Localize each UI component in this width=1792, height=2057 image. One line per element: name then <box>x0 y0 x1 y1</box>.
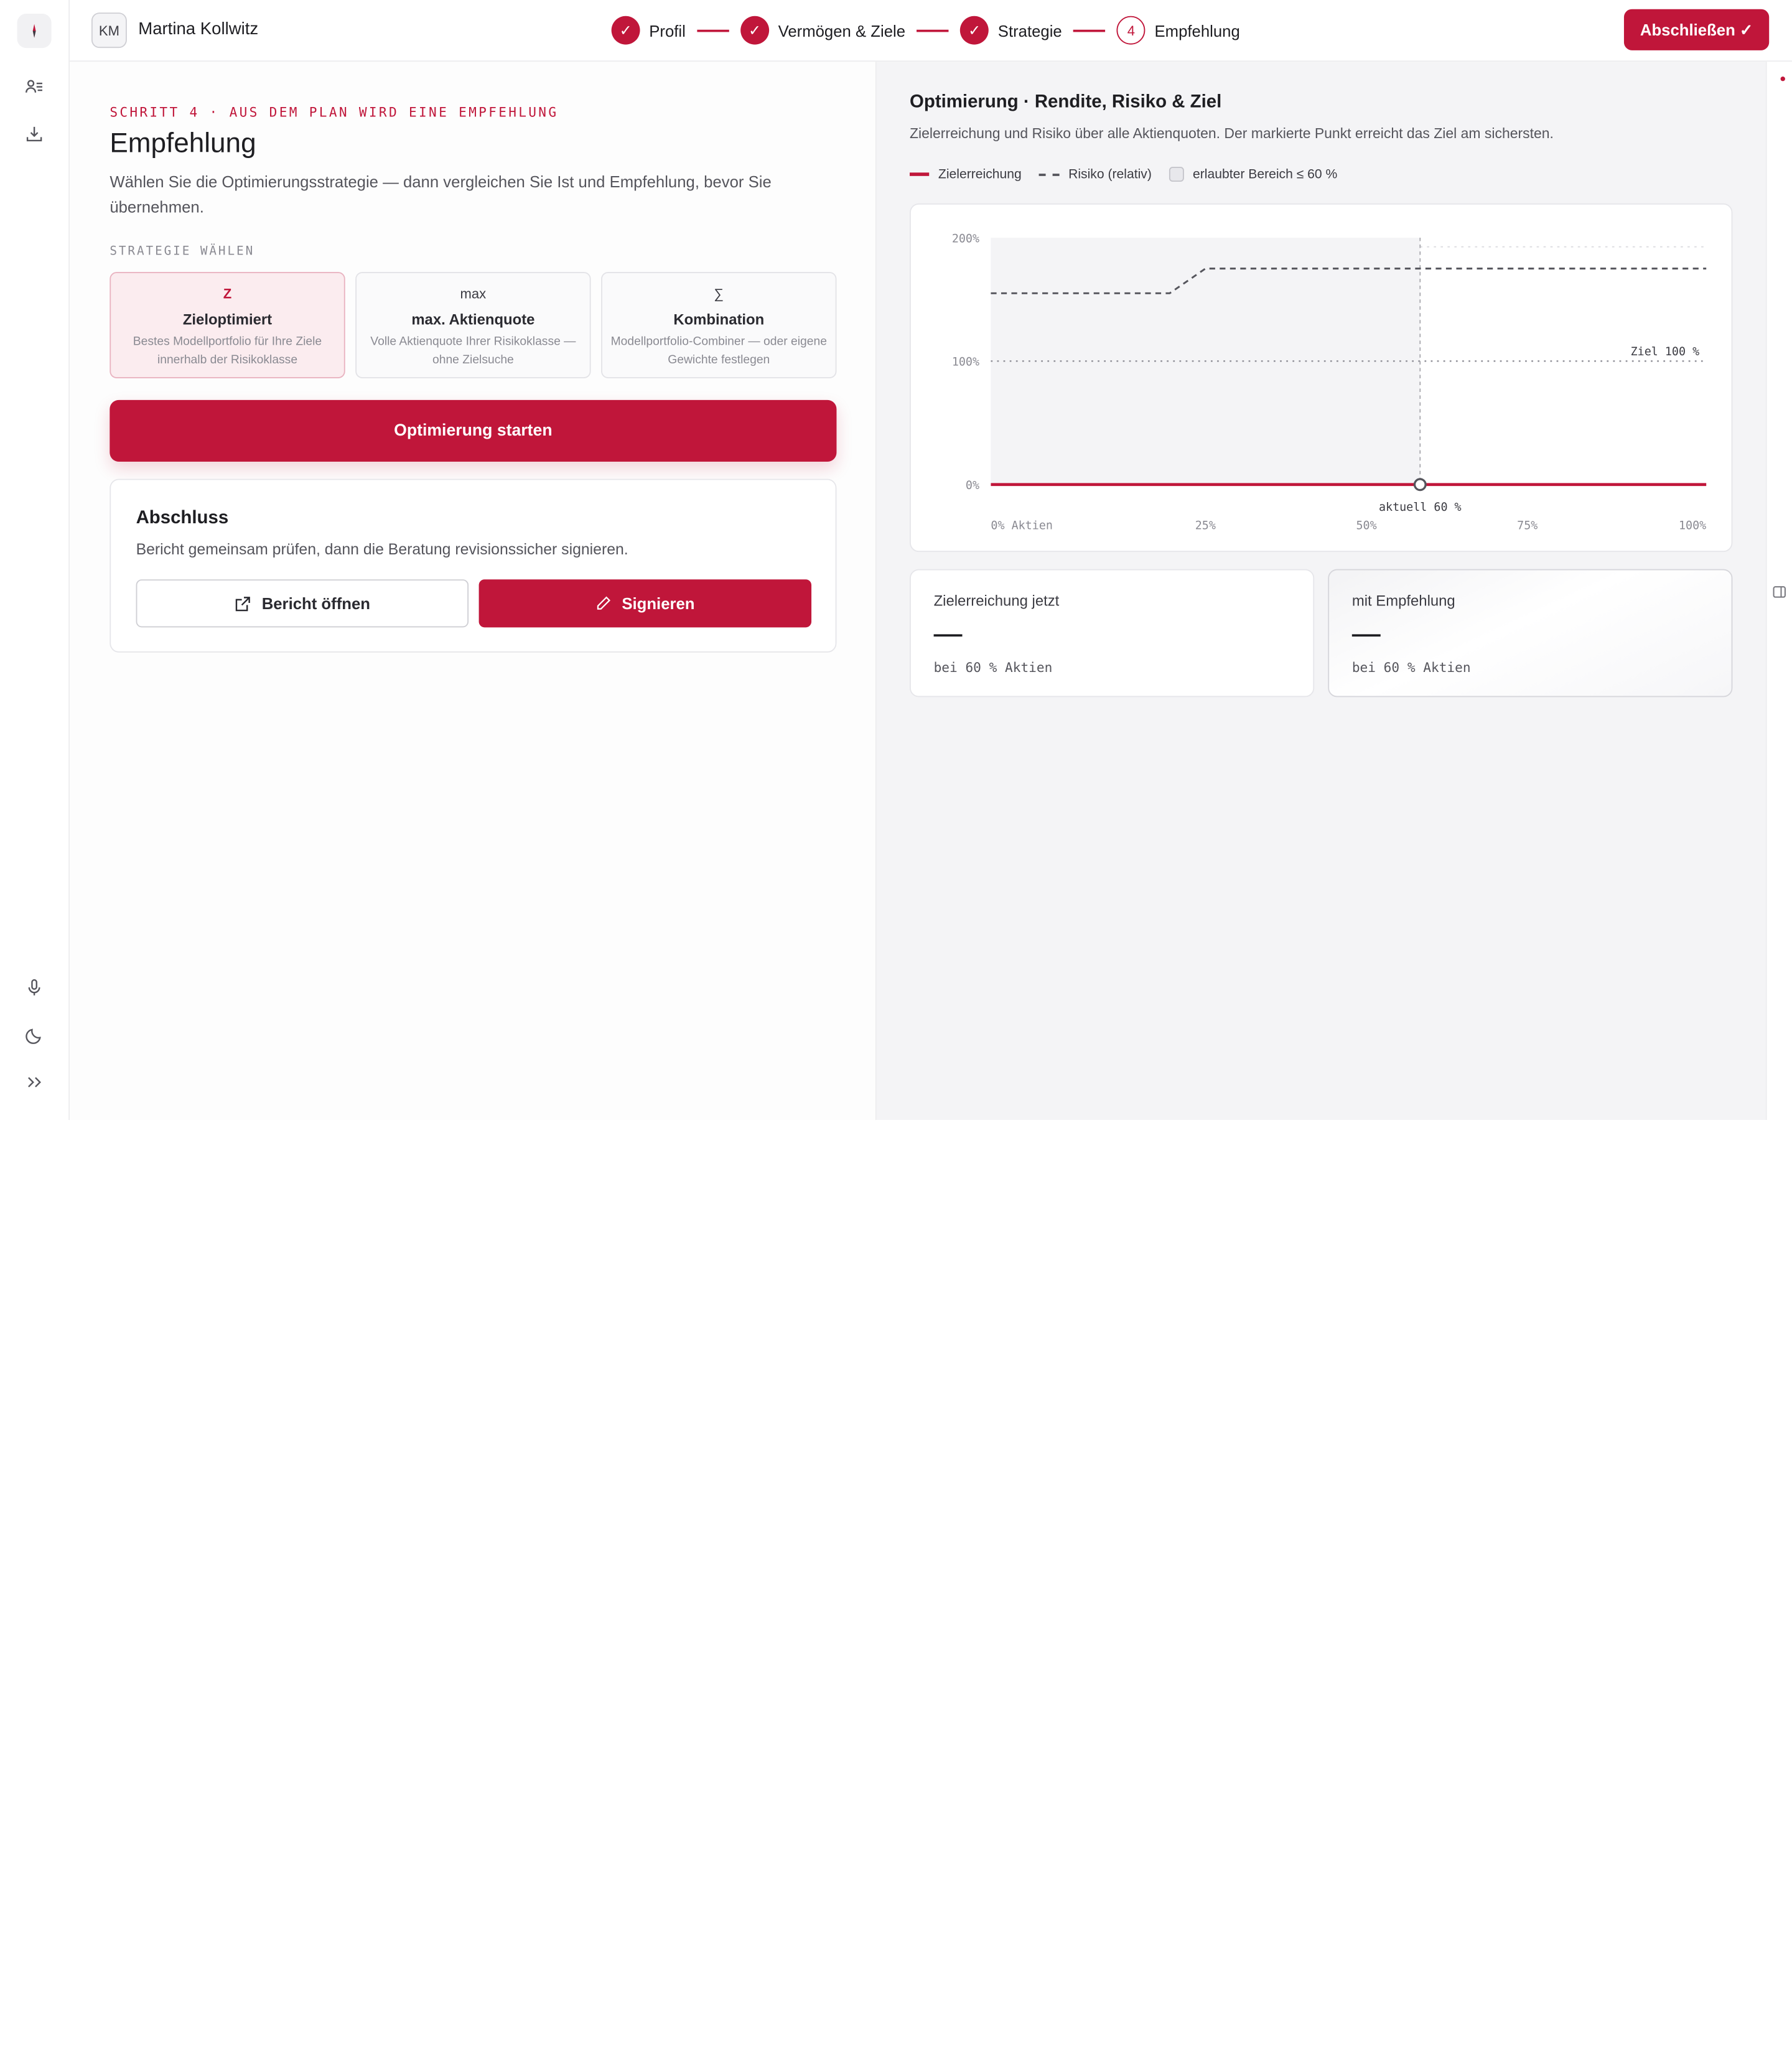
metric-value-empty <box>1351 634 1381 637</box>
strategy-card-max-aktienquote[interactable]: max max. Aktienquote Volle Aktienquote I… <box>355 272 591 378</box>
legend-range-label: erlaubter Bereich ≤ 60 % <box>1192 167 1338 182</box>
download-icon[interactable] <box>17 116 52 151</box>
metric-current: Zielerreichung jetzt bei 60 % Aktien <box>910 569 1315 697</box>
chart-legend: Zielerreichung Risiko (relativ) erlaubte… <box>910 167 1355 182</box>
legend-risk-label: Risiko (relativ) <box>1068 167 1152 182</box>
check-icon: ✓ <box>611 16 640 45</box>
step-eyebrow: SCHRITT 4 · AUS DEM PLAN WIRD EINE EMPFE… <box>110 104 559 120</box>
users-list-icon[interactable] <box>17 70 52 104</box>
step-label: Vermögen & Ziele <box>778 21 906 40</box>
top-bar: KM Martina Kollwitz ✓ Profil ✓ Vermögen … <box>70 0 1792 62</box>
x-tick-label: 75% <box>1517 519 1538 532</box>
legend-goal: Zielerreichung <box>910 167 1022 181</box>
legend-solid-swatch <box>910 172 930 176</box>
legend-goal-label: Zielerreichung <box>938 167 1022 182</box>
chart-title: Optimierung · Rendite, Risiko & Ziel <box>910 92 1222 112</box>
strategy-options: Z Zieloptimiert Bestes Modellportfolio f… <box>110 272 837 378</box>
step-profil[interactable]: ✓ Profil <box>611 16 686 45</box>
strategy-section-label: STRATEGIE WÄHLEN <box>110 245 255 259</box>
legend-risk: Risiko (relativ) <box>1038 167 1152 181</box>
y-tick-label: 200% <box>952 232 979 245</box>
max-icon: max <box>460 286 487 302</box>
page-subtitle: Wählen Sie die Optimierungsstrategie — d… <box>110 172 772 217</box>
step-label: Empfehlung <box>1154 21 1240 40</box>
step-strategie[interactable]: ✓ Strategie <box>960 16 1062 45</box>
check-icon: ✓ <box>740 16 769 45</box>
metric-subtext: bei 60 % Aktien <box>1351 659 1471 676</box>
sign-label: Signieren <box>622 594 695 613</box>
optimization-panel: Optimierung · Rendite, Risiko & Ziel Zie… <box>876 62 1766 1120</box>
goal-z-icon: Z <box>223 286 232 302</box>
x-tick-label: 100% <box>1679 519 1706 532</box>
chart-subtitle: Zielerreichung und Risiko über alle Akti… <box>910 126 1554 142</box>
closing-text: Bericht gemeinsam prüfen, dann die Berat… <box>136 540 628 558</box>
recommendation-panel: SCHRITT 4 · AUS DEM PLAN WIRD EINE EMPFE… <box>70 62 877 1120</box>
side-strip <box>1765 62 1792 1120</box>
strategy-name: Zieloptimiert <box>182 310 273 329</box>
current-point <box>1413 478 1427 492</box>
notification-dot <box>1780 77 1785 82</box>
x-tick-label: 25% <box>1195 519 1216 532</box>
metric-label: mit Empfehlung <box>1351 592 1455 609</box>
step-vermoegen-ziele[interactable]: ✓ Vermögen & Ziele <box>740 16 905 45</box>
progress-stepper: ✓ Profil ✓ Vermögen & Ziele ✓ Strategie … <box>611 16 1240 45</box>
legend-range-swatch <box>1169 167 1184 182</box>
page-title: Empfehlung <box>110 128 256 159</box>
client-name: Martina Kollwitz <box>138 19 259 39</box>
moon-icon[interactable] <box>17 1018 52 1052</box>
external-link-icon <box>235 596 250 611</box>
pencil-icon <box>597 596 611 610</box>
icon-rail <box>0 0 70 1120</box>
chevrons-right-icon[interactable] <box>17 1065 52 1099</box>
metric-subtext: bei 60 % Aktien <box>933 659 1053 676</box>
check-icon: ✓ <box>960 16 989 45</box>
x-tick-label: 0% Aktien <box>991 519 1052 532</box>
strategy-description: Volle Aktienquote Ihrer Risikoklasse — o… <box>370 335 576 367</box>
legend-dashed-swatch <box>1038 173 1060 175</box>
closing-title: Abschluss <box>136 508 229 528</box>
step-connector <box>1073 29 1106 32</box>
optimization-chart: Ziel 100 % aktuell 60 % 200% 100% 0% 0% Aktie… <box>952 232 1706 532</box>
microphone-icon[interactable] <box>17 970 52 1004</box>
target-label: Ziel 100 % <box>1631 345 1700 358</box>
strategy-card-zieloptimiert[interactable]: Z Zieloptimiert Bestes Modellportfolio f… <box>110 272 345 378</box>
step-number: 4 <box>1116 16 1146 45</box>
chart-card: Ziel 100 % aktuell 60 % 200% 100% 0% 0% Aktie… <box>910 203 1733 553</box>
step-empfehlung[interactable]: 4 Empfehlung <box>1116 16 1240 45</box>
sigma-icon: ∑ <box>714 286 724 302</box>
avatar[interactable]: KM <box>91 12 127 49</box>
finish-button[interactable]: Abschließen ✓ <box>1624 9 1770 50</box>
strategy-description: Bestes Modellportfolio für Ihre Ziele in… <box>133 335 322 367</box>
open-report-label: Bericht öffnen <box>261 594 370 613</box>
x-tick-label: 50% <box>1356 519 1376 532</box>
compass-icon[interactable] <box>17 14 52 49</box>
step-connector <box>917 29 949 32</box>
y-tick-label: 0% <box>966 479 979 492</box>
app-window: KM Martina Kollwitz ✓ Profil ✓ Vermögen … <box>0 0 1792 1120</box>
legend-allowed-range: erlaubter Bereich ≤ 60 % <box>1169 167 1337 182</box>
strategy-name: Kombination <box>673 310 765 329</box>
strategy-description: Modellportfolio-Combiner — oder eigene G… <box>610 335 827 367</box>
start-optimization-button[interactable]: Optimierung starten <box>110 399 837 462</box>
step-connector <box>697 29 729 32</box>
step-label: Strategie <box>997 21 1062 40</box>
sign-button[interactable]: Signieren <box>478 579 812 628</box>
metric-label: Zielerreichung jetzt <box>933 592 1060 609</box>
closing-card: Abschluss Bericht gemeinsam prüfen, dann… <box>110 478 837 653</box>
current-point-label: aktuell 60 % <box>1379 501 1462 514</box>
open-report-button[interactable]: Bericht öffnen <box>136 579 469 628</box>
metric-value-empty <box>933 634 963 637</box>
step-label: Profil <box>649 21 686 40</box>
strategy-card-kombination[interactable]: ∑ Kombination Modellportfolio-Combiner —… <box>601 272 837 378</box>
strategy-name: max. Aktienquote <box>411 310 535 329</box>
y-tick-label: 100% <box>952 356 979 369</box>
panel-toggle-icon[interactable] <box>1773 584 1786 605</box>
metric-recommended: mit Empfehlung bei 60 % Aktien <box>1328 569 1733 697</box>
